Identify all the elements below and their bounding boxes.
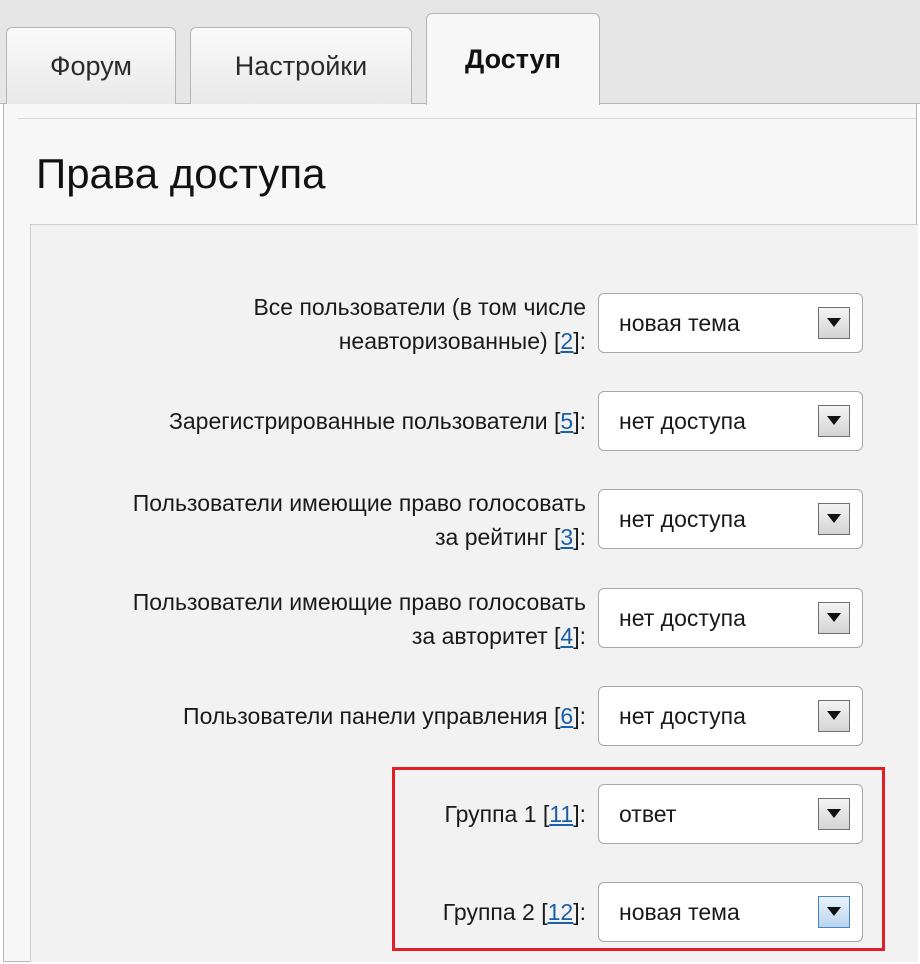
permission-select-control-panel[interactable]: нет доступа: [598, 686, 863, 746]
label-line-text: Группа 2: [442, 899, 535, 925]
tab-access[interactable]: Доступ: [426, 13, 600, 105]
tab-forum-label: Форум: [49, 50, 132, 81]
tab-settings[interactable]: Настройки: [190, 27, 412, 104]
label-line: Пользователи имеющие право голосовать: [132, 490, 586, 516]
chevron-down-icon[interactable]: [818, 405, 850, 437]
tab-forum[interactable]: Форум: [6, 27, 176, 104]
permission-label-control-panel: Пользователи панели управления [6]:: [183, 699, 586, 733]
label-line: Все пользователи (в том числе: [253, 294, 586, 320]
permission-label-registered: Зарегистрированные пользователи [5]:: [169, 404, 586, 438]
chevron-down-icon[interactable]: [818, 307, 850, 339]
help-ref-link[interactable]: 2: [560, 328, 573, 354]
label-line-text: Зарегистрированные пользователи: [168, 408, 548, 434]
help-ref-link[interactable]: 11: [549, 801, 573, 827]
chevron-down-icon[interactable]: [818, 602, 850, 634]
label-suffix: :: [579, 408, 586, 434]
permission-select-group-2[interactable]: новая тема: [598, 882, 863, 942]
label-line: Зарегистрированные пользователи [5]:: [168, 408, 586, 434]
label-suffix: :: [579, 524, 586, 550]
panel-divider: [18, 118, 916, 119]
help-ref-link[interactable]: 12: [548, 899, 574, 925]
label-line-text: за рейтинг: [435, 524, 548, 550]
permission-label-authority-voters: Пользователи имеющие право голосовать за…: [133, 585, 586, 653]
label-line: за рейтинг [3]:: [435, 524, 586, 550]
label-suffix: :: [579, 801, 586, 827]
tab-access-label: Доступ: [465, 44, 561, 74]
page-title: Права доступа: [36, 150, 326, 197]
help-ref-link[interactable]: 5: [560, 408, 573, 434]
permission-label-group-1: Группа 1 [11]:: [444, 797, 586, 831]
help-ref-link[interactable]: 6: [560, 703, 573, 729]
label-line-text: неавторизованные): [338, 328, 548, 354]
select-value: нет доступа: [619, 506, 746, 532]
permission-select-authority-voters[interactable]: нет доступа: [598, 588, 863, 648]
label-line-text: Группа 1: [444, 801, 537, 827]
label-line: Группа 2 [12]:: [442, 899, 586, 925]
label-line: Группа 1 [11]:: [444, 801, 586, 827]
label-line-text: за авторитет: [411, 623, 548, 649]
label-line: Пользователи панели управления [6]:: [183, 703, 586, 729]
select-value: нет доступа: [619, 703, 746, 729]
permission-select-all-users[interactable]: новая тема: [598, 293, 863, 353]
label-line-text: Пользователи панели управления: [183, 703, 548, 729]
label-suffix: :: [579, 899, 586, 925]
help-ref-link[interactable]: 4: [560, 623, 573, 649]
permission-select-group-1[interactable]: ответ: [598, 784, 863, 844]
permission-label-all-users: Все пользователи (в том числе неавторизо…: [253, 290, 586, 358]
label-suffix: :: [579, 703, 586, 729]
label-line: Пользователи имеющие право голосовать: [132, 589, 586, 615]
select-value: ответ: [619, 801, 677, 827]
label-line: неавторизованные) [2]:: [338, 328, 586, 354]
permission-label-group-2: Группа 2 [12]:: [443, 895, 586, 929]
select-value: нет доступа: [619, 605, 746, 631]
label-line: за авторитет [4]:: [411, 623, 586, 649]
permission-label-rating-voters: Пользователи имеющие право голосовать за…: [133, 486, 586, 554]
permission-select-registered[interactable]: нет доступа: [598, 391, 863, 451]
chevron-down-icon[interactable]: [818, 896, 850, 928]
select-value: новая тема: [619, 310, 740, 336]
chevron-down-icon[interactable]: [818, 503, 850, 535]
permission-select-rating-voters[interactable]: нет доступа: [598, 489, 863, 549]
chevron-down-icon[interactable]: [818, 798, 850, 830]
label-suffix: :: [579, 328, 586, 354]
label-suffix: :: [579, 623, 586, 649]
help-ref-link[interactable]: 3: [560, 524, 573, 550]
tab-settings-label: Настройки: [234, 50, 368, 81]
select-value: нет доступа: [619, 408, 746, 434]
chevron-down-icon[interactable]: [818, 700, 850, 732]
select-value: новая тема: [619, 899, 740, 925]
